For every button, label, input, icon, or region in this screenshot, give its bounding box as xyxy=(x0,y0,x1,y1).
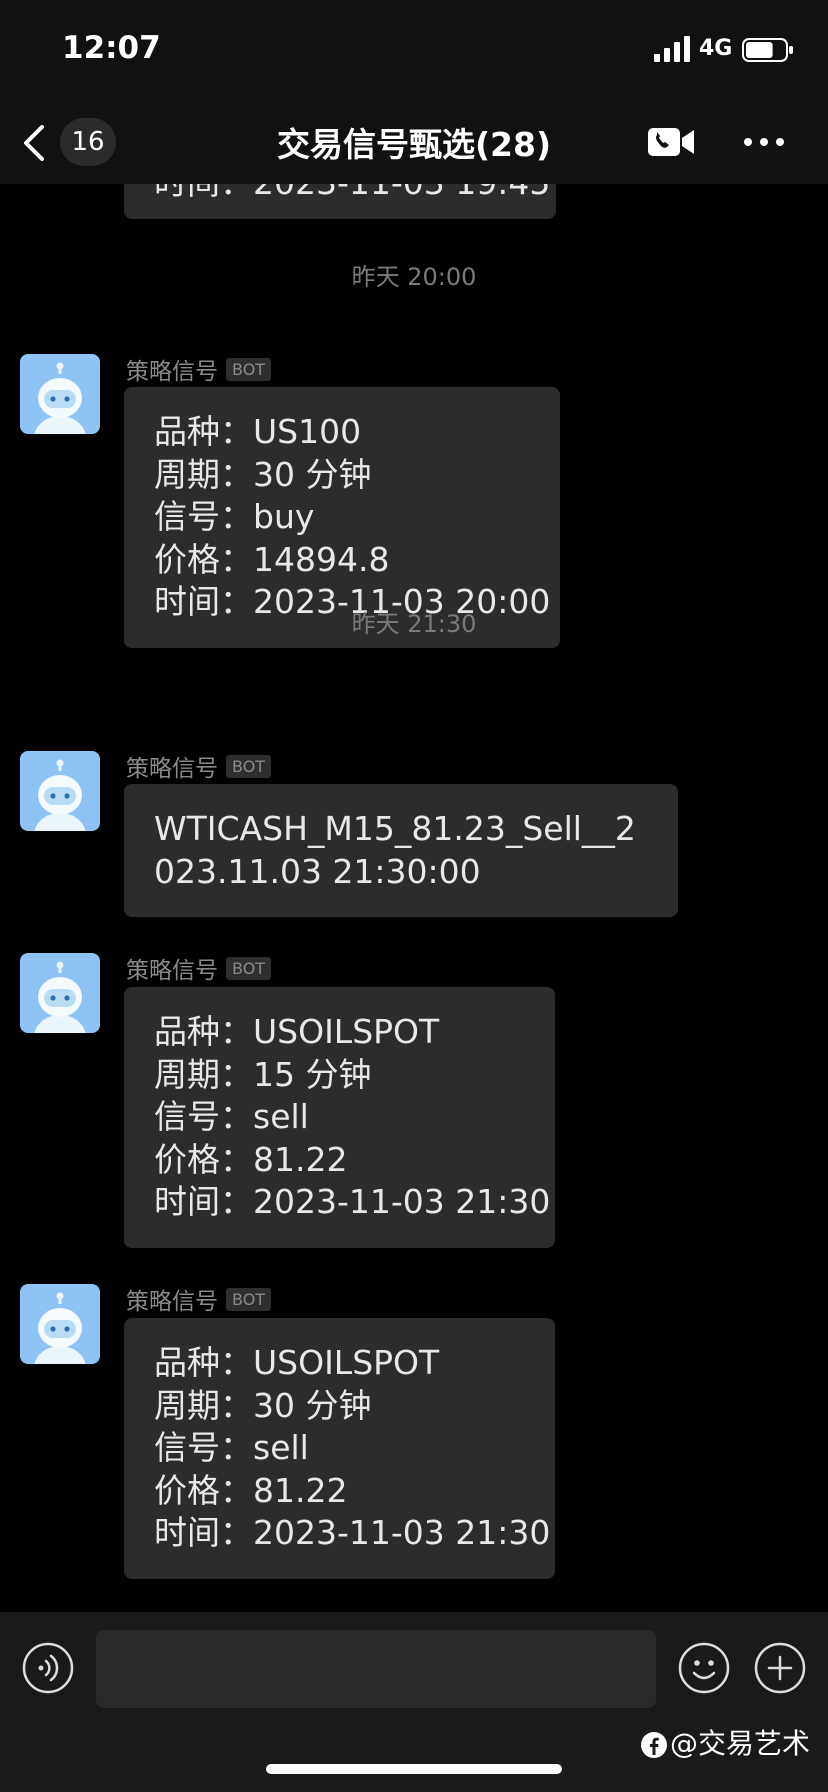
message-bubble[interactable]: 品种：USOILSPOT 周期：15 分钟 信号：sell 价格：81.22 时… xyxy=(124,987,555,1248)
chat-title: 交易信号甄选(28) xyxy=(276,125,552,164)
bot-badge: BOT xyxy=(226,956,272,980)
robot-avatar-icon xyxy=(20,1284,100,1364)
line-key: 价格 xyxy=(154,1139,220,1179)
line-key: 品种 xyxy=(154,1343,220,1382)
sender-row: 策略信号 BOT xyxy=(126,352,272,385)
line-value: USOILSPOT xyxy=(253,1012,440,1051)
message-line: 品种：USOILSPOT xyxy=(154,1012,440,1051)
facebook-icon xyxy=(641,1732,667,1758)
cellular-signal-icon xyxy=(654,36,690,62)
line-key: 周期 xyxy=(154,454,220,494)
message-timestamp: 昨天 21:30 xyxy=(351,610,477,638)
video-call-icon[interactable] xyxy=(646,122,696,162)
line-key: 价格 xyxy=(154,539,220,579)
sender-name: 策略信号 xyxy=(126,958,218,984)
sender-name: 策略信号 xyxy=(126,359,218,385)
line-value: 15 分钟 xyxy=(253,1054,372,1094)
chat-header: 16 交易信号甄选(28) xyxy=(0,100,828,184)
back-button[interactable]: 16 xyxy=(22,112,118,172)
line-key: 时间 xyxy=(154,1182,220,1221)
line-key: 时间 xyxy=(154,1513,220,1552)
message-bubble[interactable]: 时间：2023-11-03 19:45 xyxy=(124,184,556,219)
message-text: WTICASH_M15_81.23_Sell__2023.11.03 21:30… xyxy=(154,809,636,891)
message-line: 时间：2023-11-03 19:45 xyxy=(154,184,550,205)
message-bubble[interactable]: WTICASH_M15_81.23_Sell__2023.11.03 21:30… xyxy=(124,784,678,917)
bot-badge: BOT xyxy=(226,1287,272,1311)
chevron-left-icon xyxy=(24,125,44,161)
line-value: sell xyxy=(253,1428,309,1467)
line-value: buy xyxy=(253,497,315,536)
emoji-icon[interactable] xyxy=(678,1642,730,1694)
line-value: USOILSPOT xyxy=(253,1343,440,1382)
line-value: 81.22 xyxy=(253,1470,348,1510)
line-key: 周期 xyxy=(154,1385,220,1425)
robot-avatar-icon xyxy=(20,751,100,831)
unread-count-badge: 16 xyxy=(60,118,116,166)
more-icon[interactable] xyxy=(742,122,786,162)
message-timestamp: 昨天 20:00 xyxy=(351,263,477,291)
avatar[interactable] xyxy=(20,354,100,434)
line-value: 30 分钟 xyxy=(253,1385,372,1425)
message-line: 时间：2023-11-03 21:30 xyxy=(154,1513,551,1552)
input-bar: @交易艺术 xyxy=(0,1612,828,1792)
robot-avatar-icon xyxy=(20,953,100,1033)
line-key: 品种 xyxy=(154,412,220,451)
line-value: 81.22 xyxy=(253,1139,348,1179)
message-line: 价格：14894.8 xyxy=(154,539,390,579)
message-line: 信号：buy xyxy=(154,497,315,536)
line-key: 信号 xyxy=(154,1428,220,1467)
message-line: 周期：30 分钟 xyxy=(154,1385,372,1425)
sender-row: 策略信号 BOT xyxy=(126,749,272,782)
avatar[interactable] xyxy=(20,953,100,1033)
network-type: 4G xyxy=(699,36,733,61)
message-line: 周期：30 分钟 xyxy=(154,454,372,494)
message-bubble[interactable]: 品种：USOILSPOT 周期：30 分钟 信号：sell 价格：81.22 时… xyxy=(124,1318,555,1579)
bot-badge: BOT xyxy=(226,357,272,381)
chat-area[interactable]: 时间：2023-11-03 19:45 昨天 20:00 策略信号 BOT 品种：… xyxy=(0,184,828,1612)
message-line: 时间：2023-11-03 21:30 xyxy=(154,1182,551,1221)
battery-icon xyxy=(742,38,793,62)
avatar[interactable] xyxy=(20,1284,100,1364)
watermark-text: @交易艺术 xyxy=(670,1727,811,1760)
avatar[interactable] xyxy=(20,751,100,831)
voice-icon[interactable] xyxy=(22,1642,74,1694)
home-indicator[interactable] xyxy=(266,1764,562,1774)
plus-icon[interactable] xyxy=(754,1642,806,1694)
line-key: 周期 xyxy=(154,1054,220,1094)
line-key: 时间 xyxy=(154,184,220,202)
line-key: 品种 xyxy=(154,1012,220,1051)
status-time: 12:07 xyxy=(62,30,161,66)
line-value: US100 xyxy=(253,412,362,451)
message-line: 周期：15 分钟 xyxy=(154,1054,372,1094)
message-line: 品种：USOILSPOT xyxy=(154,1343,440,1382)
robot-avatar-icon xyxy=(20,354,100,434)
bot-badge: BOT xyxy=(226,754,272,778)
status-bar: 12:07 4G xyxy=(0,0,828,100)
message-line: 信号：sell xyxy=(154,1097,309,1136)
line-key: 价格 xyxy=(154,1470,220,1510)
line-value: 30 分钟 xyxy=(253,454,372,494)
watermark: @交易艺术 xyxy=(640,1722,811,1760)
message-line: 信号：sell xyxy=(154,1428,309,1467)
line-value: 2023-11-03 19:45 xyxy=(253,184,550,202)
sender-row: 策略信号 BOT xyxy=(126,951,272,984)
message-input[interactable] xyxy=(96,1630,656,1708)
line-key: 信号 xyxy=(154,1097,220,1136)
sender-row: 策略信号 BOT xyxy=(126,1282,272,1315)
sender-name: 策略信号 xyxy=(126,1289,218,1315)
line-value: 14894.8 xyxy=(253,539,390,579)
message-line: 价格：81.22 xyxy=(154,1470,348,1510)
sender-name: 策略信号 xyxy=(126,756,218,782)
message-line: 价格：81.22 xyxy=(154,1139,348,1179)
line-key: 信号 xyxy=(154,497,220,536)
message-line: 品种：US100 xyxy=(154,412,362,451)
line-value: 2023-11-03 21:30 xyxy=(253,1513,551,1552)
line-value: 2023-11-03 21:30 xyxy=(253,1182,551,1221)
line-value: sell xyxy=(253,1097,309,1136)
